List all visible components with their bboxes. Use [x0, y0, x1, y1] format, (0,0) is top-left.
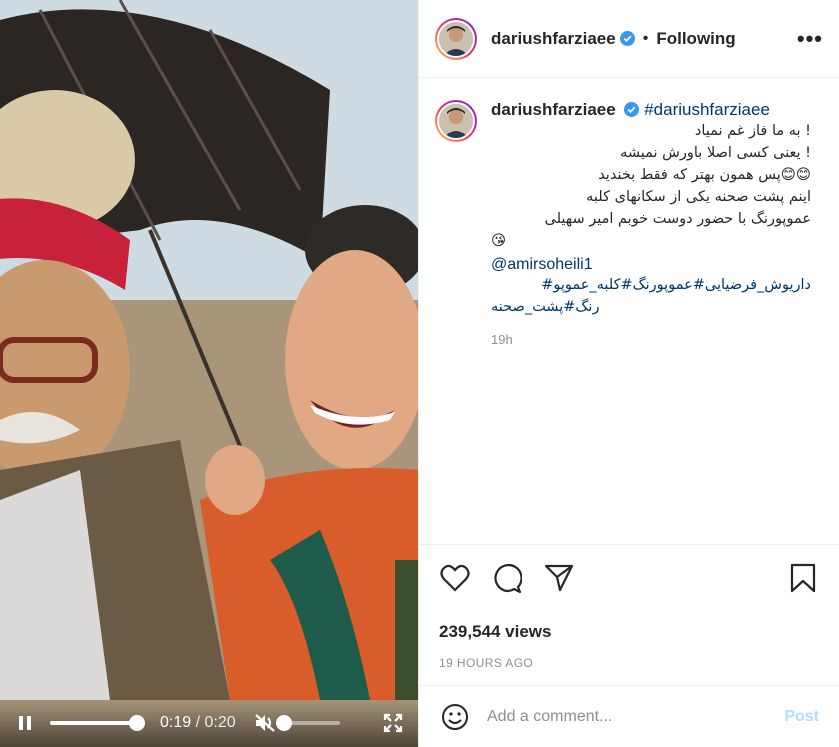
avatar-image: [437, 19, 475, 58]
progress-bar[interactable]: [50, 715, 146, 731]
more-icon[interactable]: •••: [797, 26, 823, 52]
post-button[interactable]: Post: [784, 708, 819, 726]
follow-status[interactable]: Following: [656, 29, 735, 49]
caption-time-ago: 19h: [491, 332, 513, 347]
caption: dariushfarziaee #dariushfarziaee ! به ما…: [419, 78, 839, 544]
caption-body: dariushfarziaee #dariushfarziaee ! به ما…: [491, 100, 811, 544]
current-time: 0:19: [160, 714, 192, 731]
time-separator: /: [195, 714, 201, 731]
avatar[interactable]: [435, 17, 477, 60]
caption-line: عموپورنگ با حضور دوست خوبم امیر سهیلی: [544, 211, 811, 227]
fullscreen-icon[interactable]: [382, 712, 404, 734]
bookmark-icon[interactable]: [787, 562, 819, 594]
caption-line: اینم پشت صحنه یکی از سکانهای کلبه: [586, 189, 811, 205]
caption-line: 😊😊پس همون بهتر که فقط بخندید: [598, 167, 811, 183]
caption-tags: داریوش_فرضیایی#عموپورنگ#کلبه_عموپو# رنگ#…: [491, 274, 811, 318]
progress-knob[interactable]: [129, 715, 146, 731]
post-header: dariushfarziaee • Following •••: [419, 0, 839, 78]
verified-badge-icon: [619, 31, 635, 46]
volume-knob[interactable]: [275, 715, 292, 731]
action-bar: [419, 544, 839, 610]
comment-icon[interactable]: [491, 562, 523, 594]
posted-time[interactable]: 19 HOURS AGO: [419, 642, 839, 670]
caption-mention[interactable]: @amirsoheili1: [491, 256, 811, 274]
time-display: 0:19 / 0:20: [160, 714, 236, 732]
header-separator: •: [642, 29, 649, 47]
share-icon[interactable]: [543, 562, 575, 594]
caption-line: 😘: [491, 233, 507, 249]
video-frame: [0, 0, 418, 747]
caption-username[interactable]: dariushfarziaee: [491, 100, 616, 119]
mute-icon[interactable]: [254, 712, 276, 734]
caption-avatar-image: [437, 102, 475, 140]
caption-header: dariushfarziaee #dariushfarziaee: [491, 100, 811, 120]
tags-line[interactable]: داریوش_فرضیایی#عموپورنگ#کلبه_عموپو#: [491, 274, 811, 296]
caption-text: ! به ما فاز غم نمیاد ! یعنی کسی اصلا باو…: [491, 120, 811, 252]
progress-fill: [50, 721, 138, 725]
comment-box: Post: [419, 685, 839, 747]
caption-avatar[interactable]: [435, 100, 477, 142]
caption-line: ! یعنی کسی اصلا باورش نمیشه: [620, 145, 811, 161]
video-player[interactable]: 0:19 / 0:20: [0, 0, 418, 747]
duration: 0:20: [204, 714, 236, 731]
header-username[interactable]: dariushfarziaee: [491, 29, 616, 49]
pause-icon[interactable]: [14, 712, 36, 734]
post-panel: dariushfarziaee • Following ••• dariushf…: [418, 0, 839, 747]
comment-input[interactable]: [487, 707, 785, 726]
heart-icon[interactable]: [439, 562, 471, 594]
volume-slider[interactable]: [275, 715, 340, 731]
video-controls: 0:19 / 0:20: [0, 699, 418, 747]
caption-hashtag[interactable]: #dariushfarziaee: [644, 100, 770, 119]
caption-line: ! به ما فاز غم نمیاد: [694, 123, 811, 139]
emoji-icon[interactable]: [439, 701, 471, 733]
view-count[interactable]: 239,544 views: [419, 610, 839, 642]
tags-line[interactable]: رنگ#پشت_صحنه: [491, 296, 811, 318]
verified-badge-icon: [624, 102, 640, 117]
